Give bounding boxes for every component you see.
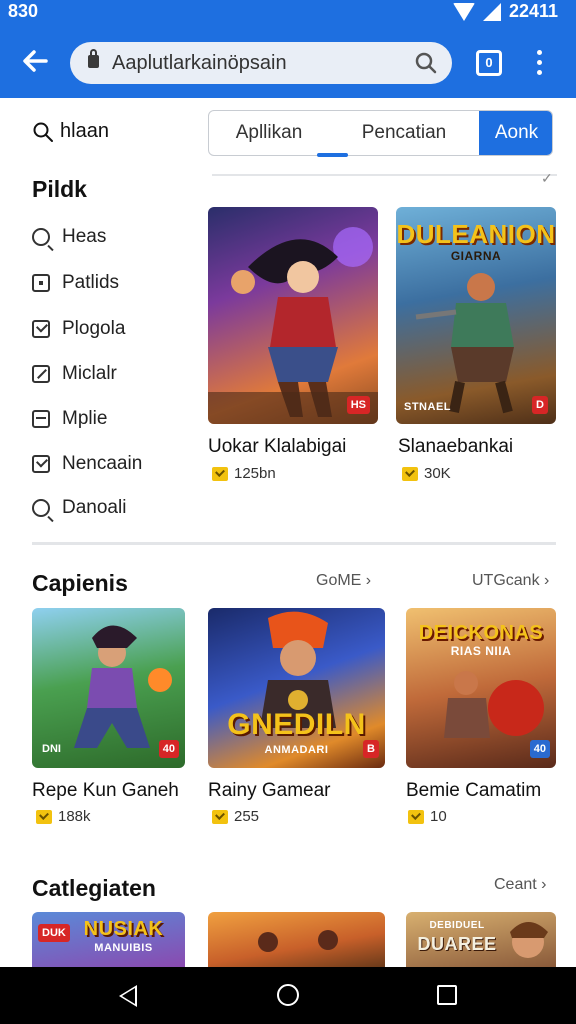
game-count: 30K <box>424 465 451 482</box>
status-time: 830 <box>8 1 39 21</box>
game-count: 188k <box>58 808 91 825</box>
tab-indicator <box>317 153 348 157</box>
url-bar[interactable]: Aaplutlarkainöpsain <box>70 42 452 84</box>
wifi-icon <box>452 2 475 21</box>
nav-recents-icon[interactable] <box>437 985 457 1005</box>
game-thumbnail[interactable]: DNI 40 <box>32 608 185 768</box>
divider <box>212 174 557 176</box>
badge-icon <box>36 809 52 824</box>
tab-apllikan[interactable]: Apllikan <box>209 111 329 155</box>
game-thumbnail[interactable] <box>208 912 385 967</box>
game-thumbnail[interactable]: DULEANION GIARNA STNAEL D <box>396 207 556 424</box>
sidebar-item-label: Miclalr <box>62 363 117 384</box>
rating-badge: 40 <box>158 740 179 758</box>
rating-badge: B <box>363 740 379 758</box>
battle-art <box>258 930 338 952</box>
game-count: 10 <box>430 808 447 825</box>
game-thumbnail[interactable]: GNEDILN ANMADARI B <box>208 608 385 768</box>
game-meta: 188k <box>36 808 91 825</box>
search-icon <box>32 228 50 246</box>
tab-aonk[interactable]: Aonk <box>479 111 552 155</box>
sidebar-item-label: Heas <box>62 226 107 247</box>
mail-icon <box>32 410 50 428</box>
sidebar-item-6[interactable]: Nencaain <box>32 453 142 475</box>
art-subtitle: ANMADARI <box>264 744 329 756</box>
badge-icon <box>212 809 228 824</box>
game-thumbnail[interactable]: DEBIDUEL DUAREE <box>406 912 556 967</box>
nav-back-icon[interactable] <box>119 985 137 1007</box>
section-title: Catlegiaten <box>32 875 156 901</box>
status-bar: 830 22411 <box>0 0 576 26</box>
system-nav-bar <box>0 967 576 1024</box>
sidebar-title: Pildk <box>32 176 87 202</box>
art-caption: STNAEL <box>404 401 451 413</box>
sidebar-item-label: Mplie <box>62 408 108 429</box>
game-title[interactable]: Repe Kun Ganeh <box>32 780 179 802</box>
game-title[interactable]: Slanaebankai <box>398 436 513 458</box>
badge-icon <box>402 466 418 481</box>
game-meta: 125bn <box>212 465 276 482</box>
signal-icon <box>482 2 501 21</box>
sidebar-item-7[interactable]: Danoali <box>32 497 126 519</box>
rating-badge: HS <box>346 396 370 414</box>
status-clock: 22411 <box>508 1 558 21</box>
game-thumbnail[interactable]: HS <box>208 207 378 424</box>
sidebar-item-4[interactable]: Miclalr <box>32 363 117 385</box>
game-meta: 10 <box>408 808 447 825</box>
search-icon <box>32 499 50 517</box>
game-thumbnail[interactable]: DEICKONAS RIAS NIIA 40 <box>406 608 556 768</box>
search-icon[interactable] <box>414 51 438 80</box>
rating-badge: 40 <box>529 740 550 758</box>
art-title: GNEDILN <box>227 708 366 741</box>
sidebar-item-label: Patlids <box>62 272 120 293</box>
app-bar: 830 22411 Aaplutlarkainöpsain 0 <box>0 0 576 98</box>
label-badge: DNI <box>42 743 61 755</box>
segmented-tabs: Apllikan Pencatian Aonk <box>208 110 553 156</box>
warrior-art <box>208 227 378 424</box>
box-icon <box>32 274 50 292</box>
sidebar-search[interactable]: hlaan <box>32 120 109 143</box>
section-link[interactable]: GoME › <box>316 572 371 590</box>
tab-count-button[interactable]: 0 <box>476 50 502 76</box>
edit-icon <box>32 365 50 383</box>
section-divider <box>32 542 556 545</box>
sidebar-item-5[interactable]: Mplie <box>32 408 107 430</box>
game-meta: 30K <box>402 465 451 482</box>
sidebar-item-label: Danoali <box>62 497 127 518</box>
sidebar-item-3[interactable]: Plogola <box>32 318 125 340</box>
tab-pencatian[interactable]: Pencatian <box>329 111 479 155</box>
game-title[interactable]: Bemie Camatim <box>406 780 541 802</box>
section-title: Capienis <box>32 570 128 596</box>
rating-badge: D <box>532 396 548 414</box>
overflow-menu-icon[interactable] <box>530 50 550 76</box>
section-link[interactable]: UTGcank › <box>472 572 549 590</box>
sidebar-item-2[interactable]: Patlids <box>32 272 119 294</box>
game-count: 125bn <box>234 465 276 482</box>
game-title[interactable]: Uokar Klalabigai <box>208 436 346 458</box>
art-title: NUSIAK <box>83 918 164 940</box>
game-thumbnail[interactable]: DUK NUSIAK MANUIBIS <box>32 912 185 967</box>
hero-art <box>510 922 548 958</box>
lock-icon <box>88 49 99 68</box>
game-title[interactable]: Rainy Gamear <box>208 780 331 802</box>
sidebar-item-label: Plogola <box>62 318 126 339</box>
check-icon <box>32 455 50 473</box>
section-link[interactable]: Ceant › <box>494 876 546 894</box>
check-icon <box>32 320 50 338</box>
hero-art <box>415 273 514 414</box>
badge-icon <box>408 809 424 824</box>
game-meta: 255 <box>212 808 259 825</box>
back-arrow-icon[interactable] <box>20 46 50 76</box>
nav-home-icon[interactable] <box>277 984 299 1006</box>
search-icon <box>33 122 53 142</box>
sidebar-item-1[interactable]: Heas <box>32 226 106 248</box>
url-text: Aaplutlarkainöpsain <box>112 52 287 74</box>
sidebar-item-label: Nencaain <box>62 453 143 474</box>
art-subtitle: MANUIBIS <box>94 942 153 954</box>
game-count: 255 <box>234 808 260 825</box>
badge-icon <box>212 466 228 481</box>
sidebar-search-label: hlaan <box>60 120 109 142</box>
chevron-down-icon[interactable]: ✓ <box>541 170 553 187</box>
